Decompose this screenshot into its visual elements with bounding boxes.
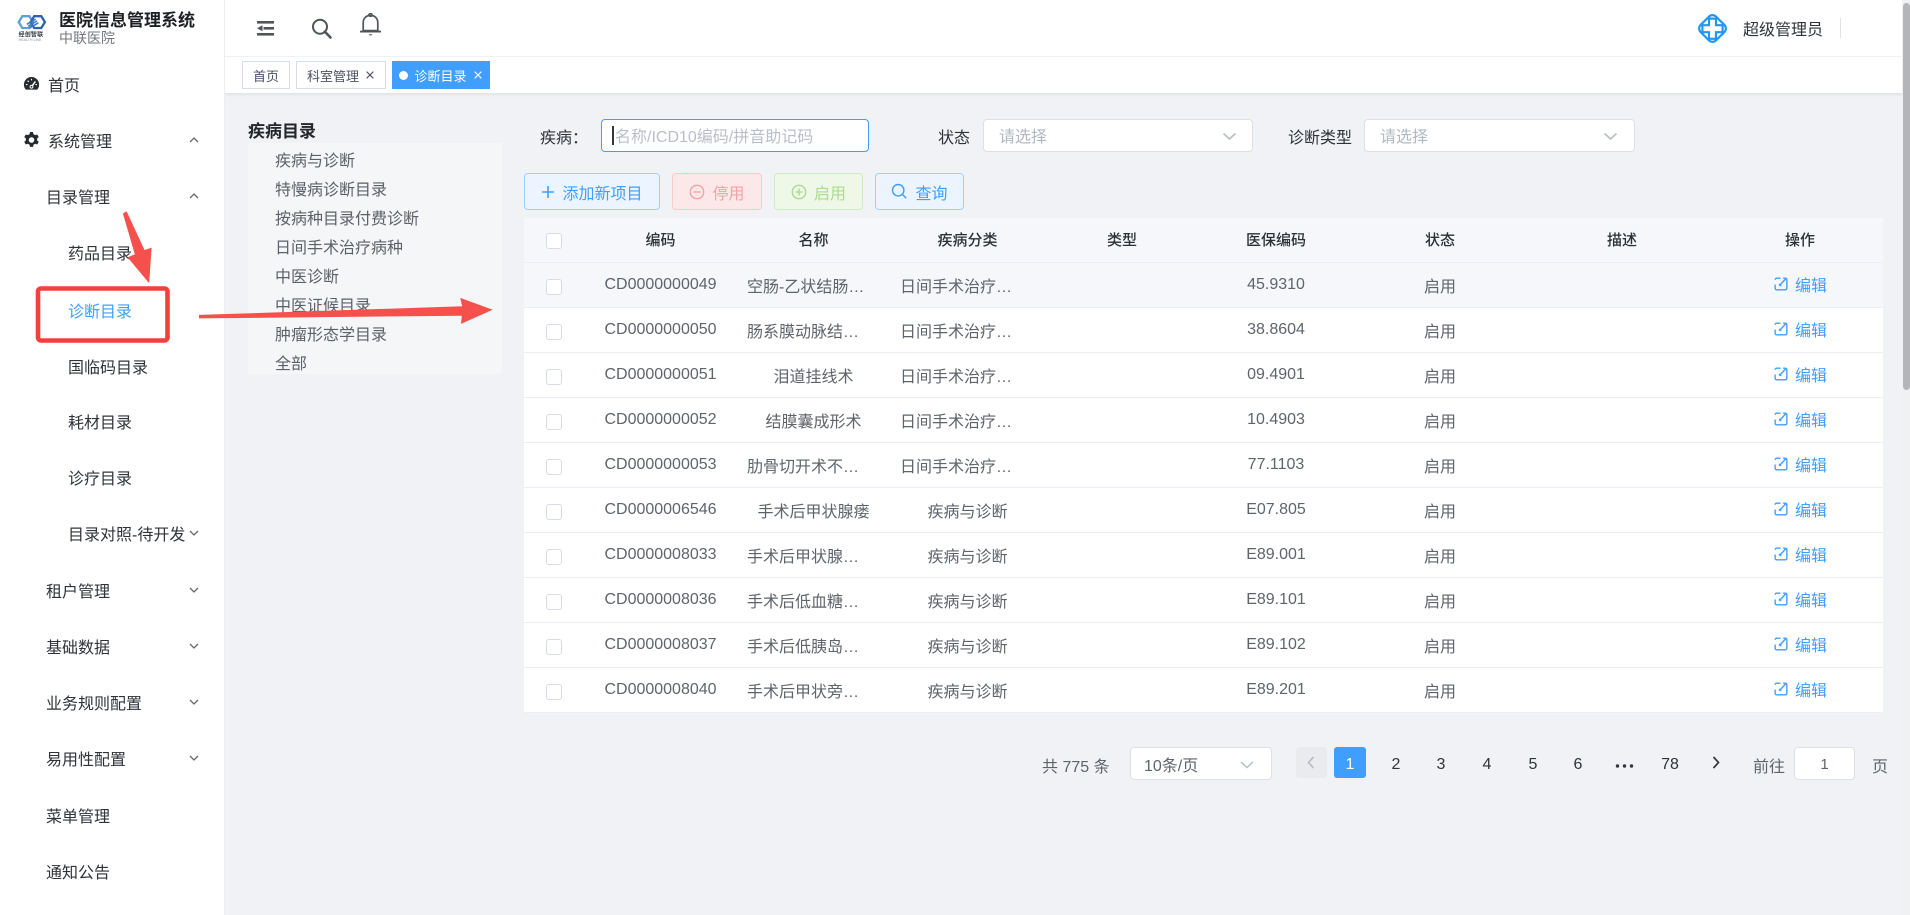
svg-text:HEALTH LINK: HEALTH LINK — [19, 38, 43, 42]
